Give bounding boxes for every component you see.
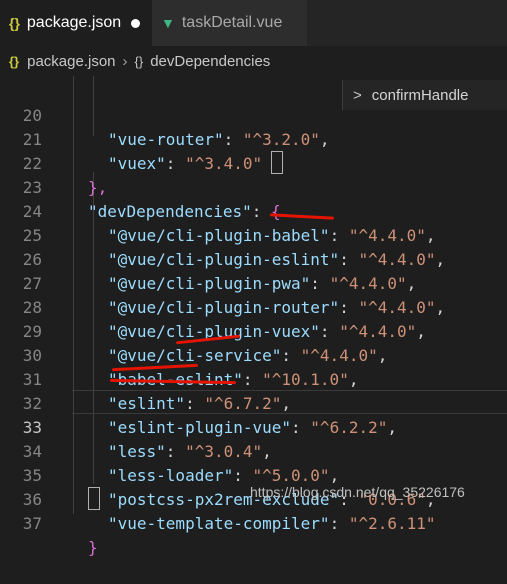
- json-file-icon: {}: [9, 53, 20, 69]
- code-line: 34 "less-loader": "^5.0.0",: [0, 416, 507, 485]
- code-editor[interactable]: 20 "vue-router": "^3.2.0", 21 "vuex": "^…: [0, 76, 507, 557]
- breadcrumb: {} package.json › {} devDependencies: [0, 46, 507, 76]
- code-line: 29 "@vue/cli-service": "^4.4.0",: [0, 296, 507, 365]
- json-brace: }: [88, 538, 98, 557]
- code-line: 28 "@vue/cli-plugin-vuex": "^4.4.0",: [0, 272, 507, 341]
- watermark: https://blog.csdn.net/qq_35226176: [250, 484, 465, 500]
- code-line: 25 "@vue/cli-plugin-eslint": "^4.4.0",: [0, 200, 507, 269]
- tab-taskdetail-vue[interactable]: ▼ taskDetail.vue: [152, 0, 307, 46]
- code-line: 27 "@vue/cli-plugin-router": "^4.4.0",: [0, 248, 507, 317]
- json-key: "vue-template-compiler": [108, 514, 330, 533]
- code-line: 23 "devDependencies": {: [0, 152, 507, 221]
- code-line: 33 "less": "^3.0.4",: [0, 392, 507, 461]
- vue-file-icon: ▼: [161, 15, 175, 31]
- code-line: 32 "eslint-plugin-vue": "^6.2.2",: [0, 368, 507, 437]
- tab-bar: {} package.json ▼ taskDetail.vue: [0, 0, 507, 46]
- code-line: 35 "postcss-px2rem-exclude": "0.0.6",: [0, 440, 507, 509]
- chevron-right-icon: >: [353, 86, 362, 104]
- code-line: 31 "eslint": "^6.7.2",: [0, 344, 507, 413]
- tab-package-json[interactable]: {} package.json: [0, 0, 152, 46]
- tab-label: package.json: [26, 14, 122, 31]
- peek-label: confirmHandle: [371, 86, 469, 104]
- code-line: 26 "@vue/cli-plugin-pwa": "^4.4.0",: [0, 224, 507, 293]
- symbol-peek[interactable]: > confirmHandle: [342, 80, 507, 110]
- tab-label: taskDetail.vue: [181, 14, 283, 31]
- unsaved-dot-icon[interactable]: [131, 18, 141, 28]
- code-line: 24 "@vue/cli-plugin-babel": "^4.4.0",: [0, 176, 507, 245]
- code-line: 30 "babel-eslint": "^10.1.0",: [0, 320, 507, 389]
- breadcrumb-file[interactable]: package.json: [27, 53, 115, 70]
- breadcrumb-section[interactable]: devDependencies: [150, 53, 270, 70]
- code-line: 22 },: [0, 128, 507, 197]
- chevron-right-icon: ›: [122, 52, 128, 70]
- object-icon: {}: [134, 53, 144, 69]
- json-value: "^2.6.11": [348, 514, 436, 533]
- json-file-icon: {}: [9, 15, 20, 31]
- line-number: 37: [22, 514, 42, 533]
